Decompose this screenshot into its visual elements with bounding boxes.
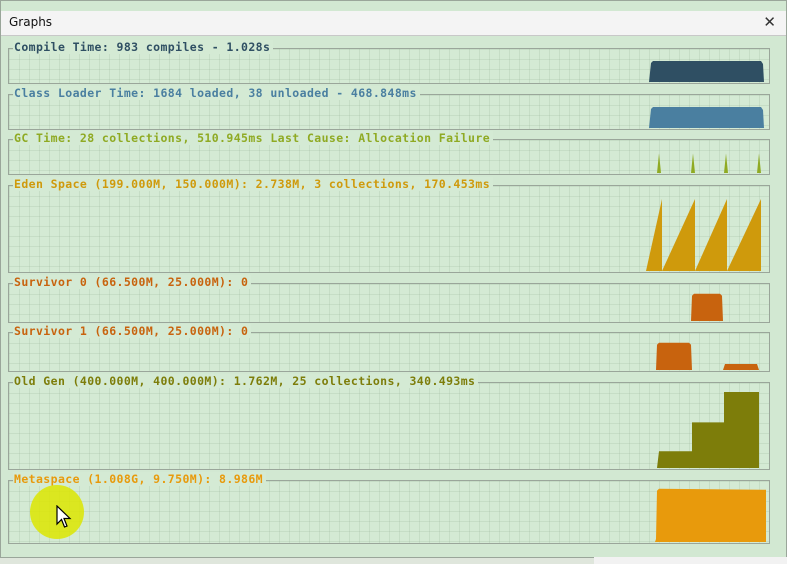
- survivor1-area-1: [656, 342, 692, 370]
- class-loader-graph: [649, 107, 764, 128]
- old-gen-graph: [657, 392, 759, 468]
- oldgen-area: [657, 392, 759, 468]
- gc-spike-0: [657, 153, 661, 173]
- tab-bar: Graphs ✕: [1, 11, 786, 36]
- mouse-cursor-icon: [56, 505, 72, 528]
- eden-tooth-1: [662, 199, 695, 271]
- eden-space-graph: [646, 199, 761, 271]
- gc-spike-1: [691, 153, 695, 173]
- metaspace-graph: [655, 488, 766, 542]
- eden-tooth-3: [727, 199, 761, 271]
- close-icon[interactable]: ✕: [763, 13, 776, 31]
- metaspace-panel: Metaspace (1.008G, 9.750M): 8.986M: [8, 472, 770, 544]
- tab-graphs[interactable]: Graphs: [9, 15, 52, 29]
- class-loader-panel: Class Loader Time: 1684 loaded, 38 unloa…: [8, 86, 770, 130]
- taskbar-strip: [594, 557, 787, 564]
- metaspace-area: [655, 488, 766, 542]
- survivor1-area-2: [723, 364, 759, 370]
- survivor-0-panel: Survivor 0 (66.500M, 25.000M): 0: [8, 275, 770, 323]
- eden-space-panel: Eden Space (199.000M, 150.000M): 2.738M,…: [8, 177, 770, 273]
- survivor-1-graph: [656, 342, 759, 370]
- old-gen-panel: Old Gen (400.000M, 400.000M): 1.762M, 25…: [8, 374, 770, 470]
- survivor-0-graph: [691, 293, 723, 321]
- compile-area: [649, 61, 764, 82]
- survivor-1-panel: Survivor 1 (66.500M, 25.000M): 0: [8, 324, 770, 372]
- gc-spike-3: [757, 153, 761, 173]
- compile-time-graph: [649, 61, 764, 82]
- classloader-area: [649, 107, 764, 128]
- gc-time-graph: [657, 153, 761, 173]
- survivor0-area: [691, 293, 723, 321]
- graphs-window: Graphs ✕ Compile Time: 983 compiles - 1.…: [0, 0, 787, 558]
- gc-time-panel: GC Time: 28 collections, 510.945ms Last …: [8, 131, 770, 175]
- gc-spike-2: [724, 153, 728, 173]
- eden-tooth-0: [646, 199, 662, 271]
- compile-time-panel: Compile Time: 983 compiles - 1.028s: [8, 40, 770, 84]
- eden-tooth-2: [695, 199, 727, 271]
